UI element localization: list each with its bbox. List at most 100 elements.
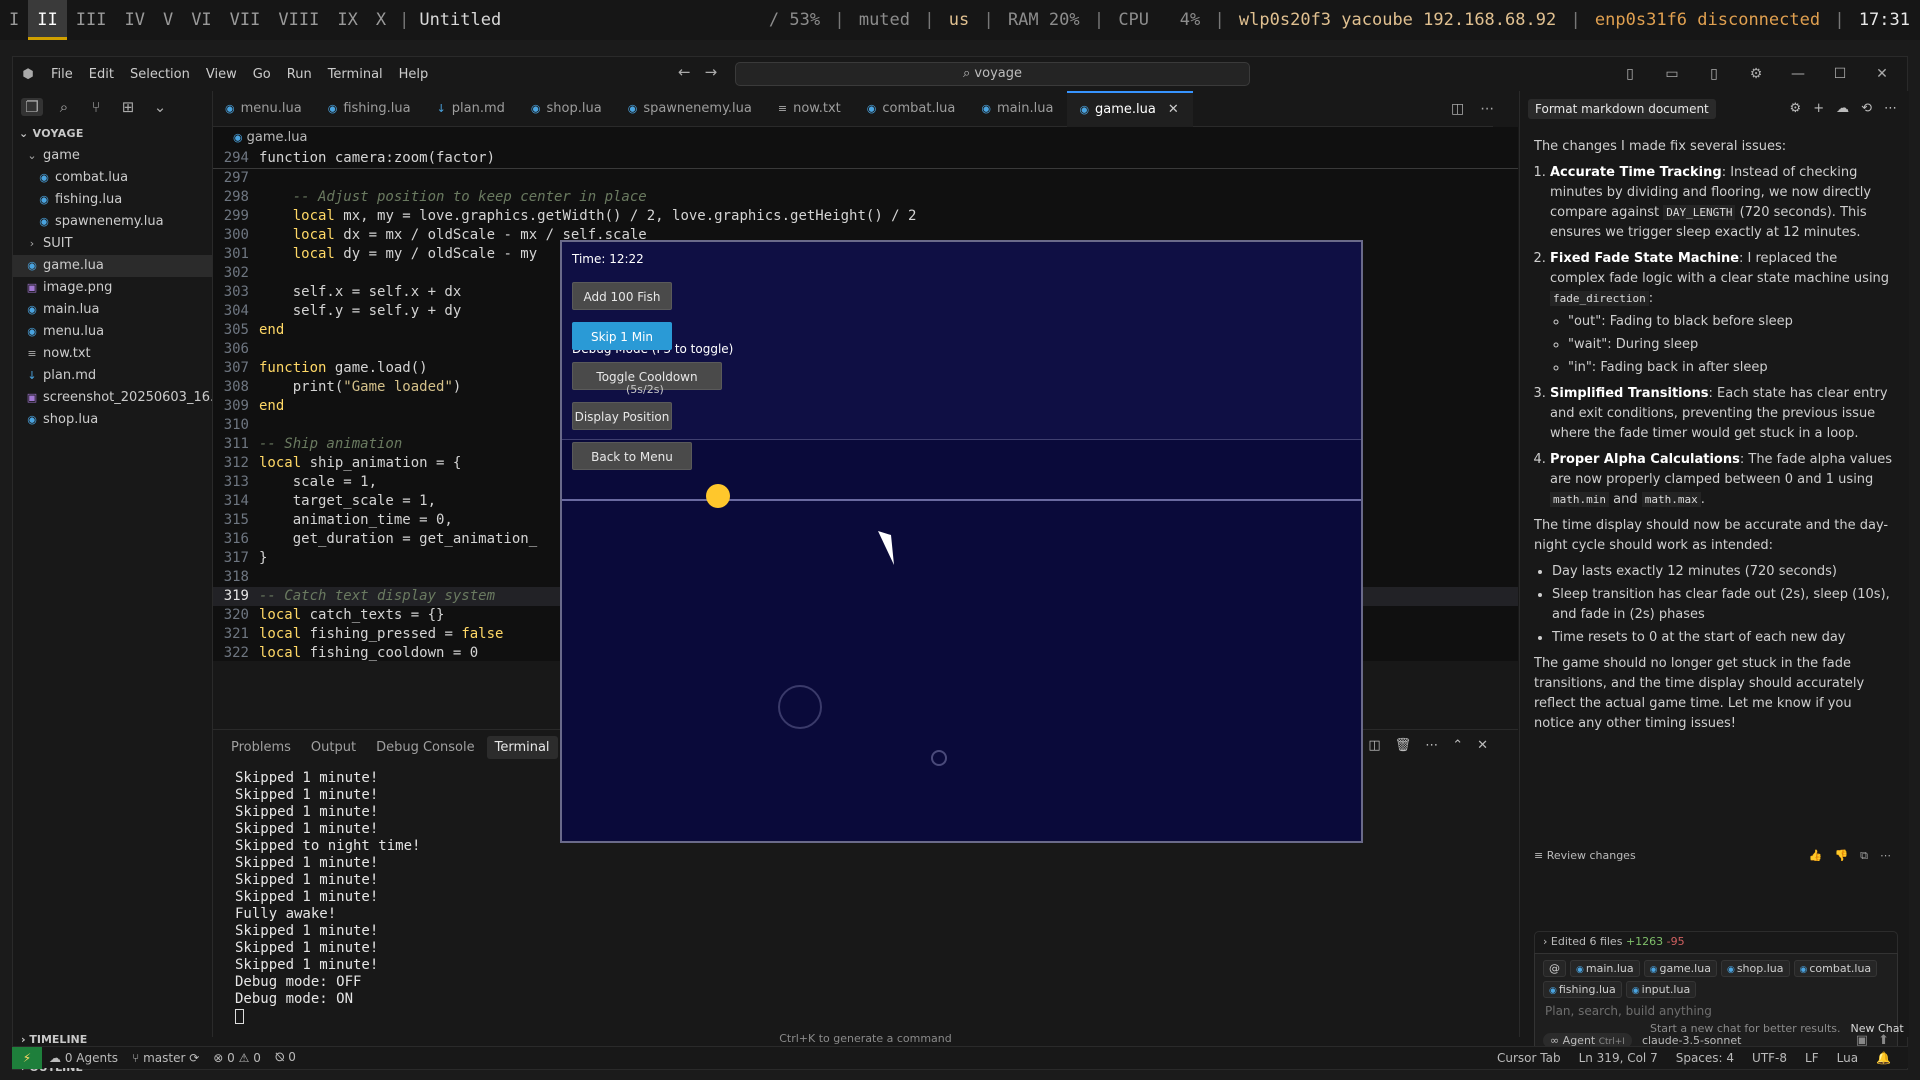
agents-status[interactable]: ☁ 0 Agents — [42, 1051, 125, 1065]
code-line[interactable]: 298 -- Adjust position to keep center in… — [213, 188, 1518, 207]
explorer-icon[interactable]: ❐ — [21, 98, 43, 116]
tab-menu-lua[interactable]: ◉ menu.lua — [213, 91, 316, 127]
maximize-panel-icon[interactable]: ⌃ — [1452, 738, 1463, 753]
tab-plan-md[interactable]: ↓ plan.md — [425, 91, 519, 127]
forward-arrow-icon[interactable]: → — [705, 63, 718, 81]
workspace-8[interactable]: VIII — [269, 0, 328, 40]
split-terminal-icon[interactable]: ◫ — [1368, 738, 1380, 753]
tab-fishing-lua[interactable]: ◉ fishing.lua — [316, 91, 425, 127]
toggle-primary-sidebar-icon[interactable]: ▯ — [1615, 66, 1645, 82]
add-fish-button[interactable]: Add 100 Fish — [572, 282, 672, 310]
source-control-icon[interactable]: ⑂ — [85, 98, 107, 116]
new-chat-button[interactable]: New Chat — [1851, 1022, 1904, 1035]
extensions-icon[interactable]: ⊞ — [117, 98, 139, 116]
code-line[interactable]: 294 function camera:zoom(factor) — [213, 149, 1518, 168]
game-window[interactable]: Time: 12:22 Add 100 Fish Debug Mode (F3 … — [560, 240, 1363, 843]
menu-file[interactable]: File — [43, 67, 81, 82]
breadcrumb[interactable]: ◉ game.lua — [213, 127, 1518, 149]
tab-main-lua[interactable]: ◉ main.lua — [969, 91, 1067, 127]
tab-game-lua[interactable]: ◉ game.lua ✕ — [1067, 91, 1193, 128]
keyboard-layout[interactable]: us — [949, 10, 969, 30]
notifications-bell-icon[interactable]: 🔔 — [1869, 1051, 1898, 1065]
cloud-icon[interactable]: ☁ — [1836, 101, 1849, 116]
file-tree-item[interactable]: ⌄ game — [13, 145, 212, 167]
ports-status[interactable]: ⦰ 0 — [268, 1050, 303, 1065]
workspace-6[interactable]: VI — [182, 0, 220, 40]
volume-indicator[interactable]: muted — [859, 10, 910, 30]
sticky-scroll[interactable]: 294 function camera:zoom(factor) — [213, 149, 1518, 169]
context-chip[interactable]: ◉ combat.lua — [1793, 960, 1878, 977]
search-view-icon[interactable]: ⌕ — [53, 98, 75, 116]
more-views-chevron-icon[interactable]: ⌄ — [149, 98, 171, 116]
file-tree-item[interactable]: ▣ screenshot_20250603_16... — [13, 387, 212, 409]
context-chip[interactable]: ◉ input.lua — [1625, 981, 1697, 998]
code-line[interactable]: 299 local mx, my = love.graphics.getWidt… — [213, 207, 1518, 226]
chat-title[interactable]: Format markdown document — [1528, 99, 1716, 119]
close-window-icon[interactable]: ✕ — [1867, 66, 1897, 82]
workspace-1[interactable]: I — [0, 0, 28, 40]
cursor-position[interactable]: Ln 319, Col 7 — [1572, 1051, 1665, 1065]
panel-tab-debug-console[interactable]: Debug Console — [368, 736, 483, 759]
more-actions-icon[interactable]: ⋯ — [1425, 738, 1438, 753]
chat-input[interactable]: Plan, search, build anything — [1535, 998, 1897, 1024]
split-editor-icon[interactable]: ◫ — [1451, 101, 1464, 117]
line-ending[interactable]: LF — [1798, 1051, 1826, 1065]
menu-edit[interactable]: Edit — [81, 67, 122, 82]
toggle-secondary-sidebar-icon[interactable]: ▯ — [1699, 66, 1729, 82]
workspace-10[interactable]: X — [367, 0, 395, 40]
back-to-menu-button[interactable]: Back to Menu — [572, 442, 692, 470]
wifi-indicator[interactable]: wlp0s20f3 yacoube 192.168.68.92 — [1239, 10, 1556, 30]
context-chip[interactable]: ◉ game.lua — [1643, 960, 1717, 977]
explorer-header[interactable]: ⌄ VOYAGE — [13, 123, 212, 145]
context-chip[interactable]: ◉ shop.lua — [1720, 960, 1790, 977]
terminal-prompt[interactable] — [235, 1008, 1496, 1025]
copy-icon[interactable]: ⧉ — [1860, 849, 1868, 863]
close-tab-icon[interactable]: ✕ — [1168, 92, 1179, 128]
panel-tab-terminal[interactable]: Terminal — [486, 735, 558, 759]
cursor-tab-status[interactable]: Cursor Tab — [1490, 1051, 1568, 1065]
file-tree-item[interactable]: ↓ plan.md — [13, 365, 212, 387]
edited-files-summary[interactable]: › Edited 6 files +1263 -95 — [1534, 931, 1898, 953]
menu-view[interactable]: View — [198, 67, 245, 82]
file-tree-item[interactable]: ◉ menu.lua — [13, 321, 212, 343]
file-tree-item[interactable]: ◉ spawnenemy.lua — [13, 211, 212, 233]
file-tree-item[interactable]: ◉ main.lua — [13, 299, 212, 321]
menu-help[interactable]: Help — [391, 67, 437, 82]
ethernet-indicator[interactable]: enp0s31f6 disconnected — [1595, 10, 1820, 30]
more-options-icon[interactable]: ⋯ — [1884, 101, 1897, 116]
close-panel-icon[interactable]: ✕ — [1477, 738, 1488, 753]
indentation[interactable]: Spaces: 4 — [1669, 1051, 1741, 1065]
maximize-icon[interactable]: ☐ — [1825, 66, 1855, 82]
workspace-5[interactable]: V — [154, 0, 182, 40]
panel-tab-output[interactable]: Output — [303, 736, 364, 759]
context-chip[interactable]: ◉ fishing.lua — [1543, 981, 1622, 998]
tab-combat-lua[interactable]: ◉ combat.lua — [855, 91, 970, 127]
panel-tab-problems[interactable]: Problems — [223, 736, 299, 759]
file-tree-item[interactable]: › SUIT — [13, 233, 212, 255]
file-tree-item[interactable]: ◉ fishing.lua — [13, 189, 212, 211]
tab-spawnenemy-lua[interactable]: ◉ spawnenemy.lua — [616, 91, 766, 127]
chat-settings-gear-icon[interactable]: ⚙ — [1790, 101, 1802, 116]
display-position-button[interactable]: Display Position — [572, 402, 672, 430]
minimize-icon[interactable]: — — [1783, 66, 1813, 82]
menu-go[interactable]: Go — [245, 67, 279, 82]
workspace-4[interactable]: IV — [115, 0, 153, 40]
tab-shop-lua[interactable]: ◉ shop.lua — [519, 91, 616, 127]
menu-run[interactable]: Run — [279, 67, 320, 82]
trash-icon[interactable]: 🗑 — [1395, 738, 1412, 753]
settings-gear-icon[interactable]: ⚙ — [1741, 66, 1771, 82]
branch-status[interactable]: ⑂ master ⟳ — [125, 1051, 206, 1065]
file-tree-item[interactable]: ◉ combat.lua — [13, 167, 212, 189]
context-chip[interactable]: ◉ main.lua — [1570, 960, 1640, 977]
tab-now-txt[interactable]: ≡ now.txt — [766, 91, 855, 127]
code-line[interactable]: 297 — [213, 169, 1518, 188]
new-chat-plus-icon[interactable]: + — [1813, 101, 1824, 116]
skip-minute-button[interactable]: Skip 1 Min — [572, 322, 672, 350]
file-tree-item[interactable]: ◉ shop.lua — [13, 409, 212, 431]
language-mode[interactable]: Lua — [1830, 1051, 1865, 1065]
thumbs-up-icon[interactable]: 👍 — [1809, 849, 1823, 863]
review-changes-button[interactable]: ≡ Review changes — [1534, 849, 1636, 862]
file-tree-item[interactable]: ≡ now.txt — [13, 343, 212, 365]
problems-status[interactable]: ⊗ 0 ⚠ 0 — [206, 1051, 268, 1065]
workspace-2[interactable]: II — [28, 0, 67, 40]
